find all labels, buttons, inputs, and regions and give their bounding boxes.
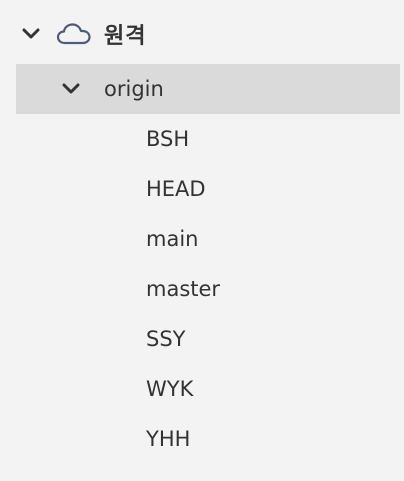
branch-item[interactable]: WYK (146, 369, 193, 409)
section-title: 원격 (104, 24, 147, 49)
branch-item[interactable]: main (146, 219, 198, 259)
remotes-tree: 원격 origin BSH HEAD main master SSY WYK Y… (0, 0, 404, 481)
branch-item[interactable]: SSY (146, 319, 186, 359)
remotes-section-header[interactable]: 원격 (16, 10, 400, 58)
branch-item[interactable]: master (146, 269, 220, 309)
remote-item-origin[interactable]: origin (16, 64, 400, 114)
chevron-down-icon[interactable] (22, 25, 40, 43)
branch-item[interactable]: YHH (146, 419, 190, 459)
chevron-down-icon[interactable] (62, 80, 80, 98)
cloud-icon (56, 22, 92, 46)
branch-item[interactable]: BSH (146, 119, 189, 159)
remote-label: origin (104, 77, 164, 101)
branch-item[interactable]: HEAD (146, 169, 206, 209)
